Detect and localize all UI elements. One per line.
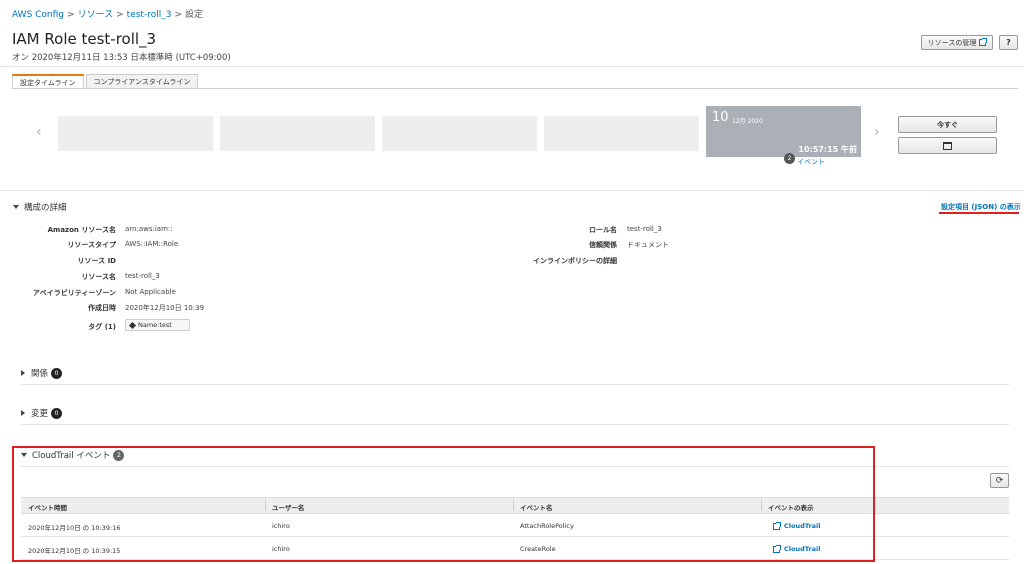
highlight-underline [939, 212, 1019, 214]
refresh-icon: ⟳ [995, 475, 1004, 486]
detail-label: リソース ID [77, 257, 116, 265]
breadcrumb-resource[interactable]: test-roll_3 [127, 10, 172, 20]
detail-label: リソース名 [81, 273, 116, 281]
detail-label: インラインポリシーの詳細 [533, 257, 617, 265]
timeline-prev-icon[interactable]: ‹ [36, 124, 42, 140]
detail-value: arn:aws:iam:: [125, 225, 173, 233]
detail-label: 作成日時 [88, 304, 116, 312]
config-details-header[interactable]: 構成の詳細 [13, 201, 67, 213]
detail-value: test-roll_3 [125, 272, 160, 280]
detail-label: ロール名 [589, 226, 617, 234]
breadcrumb-separator: > [174, 10, 182, 20]
relations-title: 関係 [31, 369, 49, 379]
external-link-icon [979, 38, 988, 46]
detail-label: リソースタイプ [67, 241, 116, 249]
event-count-badge: 2 [784, 153, 795, 164]
breadcrumb-aws-config[interactable]: AWS Config [12, 10, 64, 20]
detail-value: 2020年12月10日 10:39 [125, 304, 205, 312]
timeline-slot[interactable] [544, 116, 699, 151]
tab-compliance-timeline[interactable]: コンプライアンスタイムライン [85, 74, 199, 89]
page-title: IAM Role test-roll_3 [12, 30, 157, 48]
timeline-current-slot[interactable]: 10 12月 2020 10:57:15 午前 [706, 106, 861, 157]
changes-count-badge: 0 [51, 407, 63, 419]
changes-header[interactable]: 変更 0 [21, 407, 63, 419]
section-divider [21, 424, 1009, 425]
tab-bar: 設定タイムライン コンプライアンスタイムライン [12, 74, 200, 89]
timeline-slot[interactable] [58, 116, 213, 151]
manage-resource-label: リソースの管理 [927, 38, 977, 47]
manage-resource-button[interactable]: リソースの管理 [921, 35, 993, 50]
detail-label: Amazon リソース名 [47, 226, 116, 234]
timeline-month: 12月 2020 [732, 118, 763, 125]
changes-title: 変更 [31, 409, 49, 419]
tag-chip: Name:test [125, 319, 190, 331]
tag-icon [128, 321, 137, 329]
breadcrumb-separator: > [116, 10, 124, 20]
timeline-events-link[interactable]: イベント [797, 157, 825, 167]
detail-label: 信頼関係 [589, 241, 617, 249]
timeline-slot[interactable] [382, 116, 537, 151]
caret-down-icon [13, 205, 19, 209]
tabs-divider [12, 88, 1018, 89]
breadcrumb-separator: > [67, 10, 75, 20]
timeline-day: 10 [712, 110, 729, 125]
relations-count-badge: 0 [51, 367, 63, 379]
timeline-time: 10:57:15 午前 [798, 145, 857, 154]
view-json-link[interactable]: 設定項目 (JSON) の表示 [941, 202, 1021, 212]
relations-header[interactable]: 関係 0 [21, 367, 63, 379]
detail-value: Not Applicable [125, 288, 176, 296]
timeline-next-icon[interactable]: › [874, 124, 880, 140]
refresh-button[interactable]: ⟳ [990, 473, 1009, 488]
detail-value: AWS::IAM::Role [125, 240, 179, 248]
calendar-button[interactable] [898, 137, 997, 154]
trust-policy-link[interactable]: ドキュメント [627, 240, 669, 250]
tags-label: タグ (1) [88, 323, 116, 331]
highlight-box [12, 446, 875, 562]
tab-config-timeline[interactable]: 設定タイムライン [12, 74, 84, 89]
tag-value: Name:test [138, 321, 172, 329]
timeline-slot[interactable] [220, 116, 375, 151]
timeline-divider [0, 190, 1024, 191]
detail-label: アベイラビリティーゾーン [32, 289, 116, 297]
breadcrumb-resources[interactable]: リソース [78, 10, 114, 20]
config-details-title: 構成の詳細 [24, 203, 67, 213]
now-button[interactable]: 今すぐ [898, 116, 997, 133]
caret-right-icon [21, 370, 25, 376]
breadcrumb: AWS Config > リソース > test-roll_3 > 設定 [12, 7, 203, 20]
detail-value: test-roll_3 [627, 225, 662, 233]
header-divider [0, 66, 1024, 67]
help-button[interactable]: ? [999, 35, 1018, 50]
caret-right-icon [21, 410, 25, 416]
section-divider [21, 384, 1009, 385]
page-subtitle: オン 2020年12月11日 13:53 日本標準時 (UTC+09:00) [12, 53, 231, 63]
breadcrumb-current: 設定 [185, 10, 204, 20]
calendar-icon [943, 141, 952, 150]
